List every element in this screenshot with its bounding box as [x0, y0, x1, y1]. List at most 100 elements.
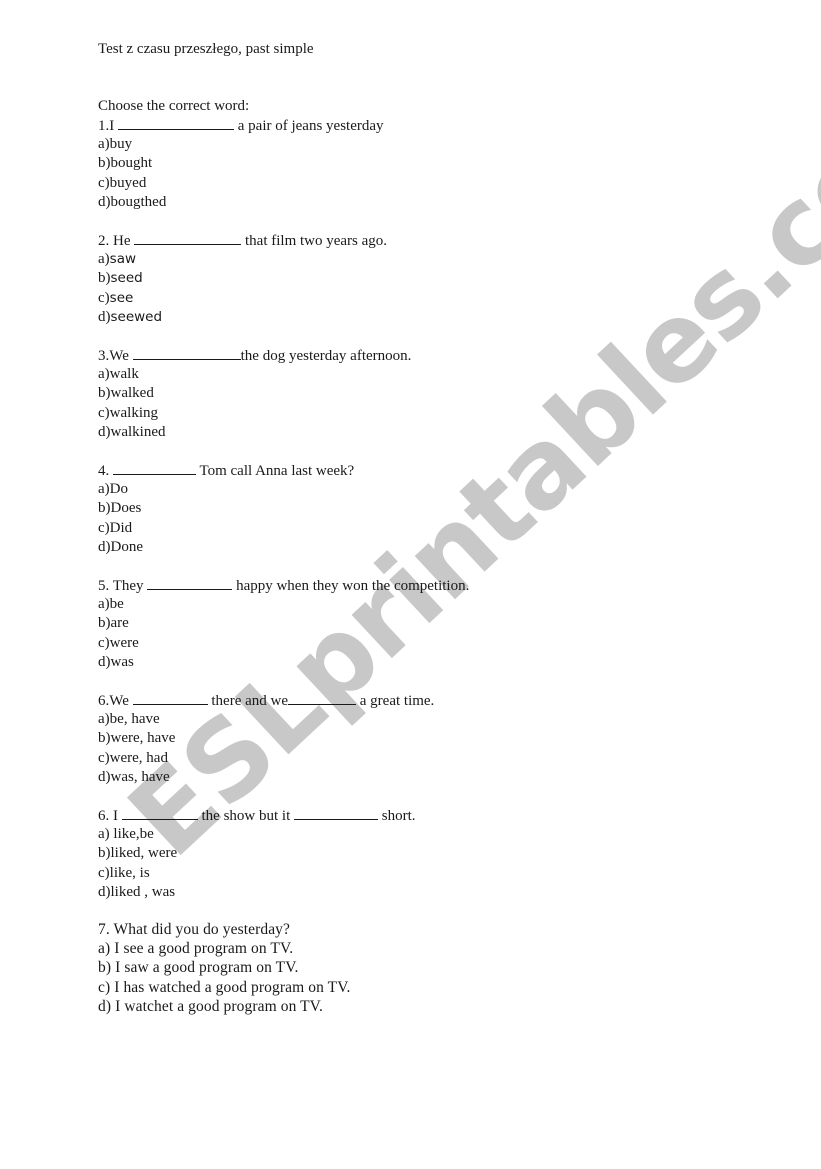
answer-blank[interactable] — [132, 692, 208, 705]
option-letter: b) — [98, 385, 111, 401]
option-letter: c) — [98, 520, 110, 536]
option-letter: c) — [98, 750, 110, 766]
option-letter: a) — [98, 711, 110, 727]
option-c[interactable]: c)were — [98, 635, 139, 651]
option-c[interactable]: c)see — [98, 290, 133, 306]
question-number: 4. — [98, 463, 110, 479]
option-text: Did — [109, 520, 133, 536]
option-text: like, is — [109, 865, 150, 881]
answer-blank[interactable] — [132, 347, 241, 360]
answer-blank[interactable] — [147, 577, 233, 590]
option-d[interactable]: d)Done — [98, 539, 143, 555]
option-text: walkined — [110, 424, 166, 440]
option-d[interactable]: d)bougthed — [98, 194, 166, 210]
option-b[interactable]: b) I saw a good program on TV. — [98, 960, 298, 976]
option-letter: b) — [98, 730, 111, 746]
option-c[interactable]: c)buyed — [98, 175, 146, 191]
answer-blank[interactable] — [121, 807, 198, 820]
question-number: 5. They — [98, 578, 144, 594]
question-stem: 6. I the show but it short. — [98, 807, 416, 824]
option-letter: c) — [98, 290, 110, 306]
option-c[interactable]: c)like, is — [98, 865, 150, 881]
question-number: 3.We — [98, 348, 129, 364]
option-c[interactable]: c)were, had — [98, 750, 168, 766]
stem-text: short. — [381, 808, 416, 824]
option-letter: c) — [98, 175, 110, 191]
option-a[interactable]: a)walk — [98, 366, 139, 382]
option-b[interactable]: b)seed — [98, 270, 143, 286]
option-letter: d) — [98, 309, 111, 325]
option-text: I see a good program on TV. — [110, 940, 294, 957]
option-letter: d) — [98, 539, 111, 555]
option-b[interactable]: b)Does — [98, 500, 141, 516]
stem-text: the dog yesterday afternoon. — [240, 348, 412, 364]
stem-text: Tom call Anna last week? — [199, 463, 355, 479]
answer-blank[interactable] — [134, 232, 242, 245]
option-a[interactable]: a)be, have — [98, 711, 160, 727]
question-stem: 5. They happy when they won the competit… — [98, 577, 469, 594]
option-b[interactable]: b)are — [98, 615, 129, 631]
option-text: are — [110, 615, 129, 631]
stem-text: happy when they won the competition. — [236, 578, 470, 594]
option-letter: a) — [98, 596, 110, 612]
option-d[interactable]: d)was — [98, 654, 134, 670]
option-letter: d) — [98, 769, 111, 785]
option-text: Do — [109, 481, 128, 497]
option-b[interactable]: b)were, have — [98, 730, 175, 746]
option-text: Done — [110, 539, 144, 555]
answer-blank[interactable] — [113, 462, 196, 475]
option-text: walking — [109, 405, 158, 421]
option-d[interactable]: d)liked , was — [98, 884, 175, 900]
answer-blank[interactable] — [294, 807, 378, 820]
answer-blank[interactable] — [288, 692, 357, 705]
question-number: 1.I — [98, 118, 115, 134]
option-d[interactable]: d)was, have — [98, 769, 170, 785]
question-stem: 6.We there and we a great time. — [98, 692, 434, 709]
answer-blank[interactable] — [118, 117, 234, 130]
option-a[interactable]: a) I see a good program on TV. — [98, 941, 293, 957]
option-d[interactable]: d)seewed — [98, 309, 162, 325]
option-text: walked — [110, 385, 154, 401]
stem-text: that film two years ago. — [245, 233, 388, 249]
option-d[interactable]: d) I watchet a good program on TV. — [98, 999, 323, 1015]
stem-text: a great time. — [359, 693, 435, 709]
option-c[interactable]: c)Did — [98, 520, 132, 536]
worksheet-title: Test z czasu przeszłego, past simple — [98, 41, 314, 57]
option-c[interactable]: c) I has watched a good program on TV. — [98, 980, 350, 996]
instruction: Choose the correct word: — [98, 98, 250, 114]
option-d[interactable]: d)walkined — [98, 424, 165, 440]
option-text: see — [109, 290, 134, 306]
question-stem: 2. He that film two years ago. — [98, 232, 387, 249]
option-text: be — [109, 596, 124, 612]
option-letter: d) — [98, 194, 111, 210]
option-letter: a) — [98, 826, 110, 842]
option-b[interactable]: b)walked — [98, 385, 154, 401]
option-letter: d) — [98, 884, 111, 900]
option-text: be, have — [109, 711, 160, 727]
question-stem: 1.I a pair of jeans yesterday — [98, 117, 384, 134]
option-letter: c) — [98, 635, 110, 651]
option-letter: a) — [98, 940, 111, 957]
option-a[interactable]: a)Do — [98, 481, 128, 497]
question-number: 2. He — [98, 233, 131, 249]
option-text: I saw a good program on TV. — [111, 959, 299, 976]
question-stem: 7. What did you do yesterday? — [98, 922, 290, 938]
option-text: I watchet a good program on TV. — [111, 998, 323, 1015]
option-b[interactable]: b)liked, were — [98, 845, 177, 861]
option-text: were — [109, 635, 139, 651]
option-text: like,be — [109, 826, 154, 842]
option-a[interactable]: a)buy — [98, 136, 132, 152]
option-text: seewed — [110, 309, 163, 325]
question-number: 6.We — [98, 693, 129, 709]
option-a[interactable]: a) like,be — [98, 826, 154, 842]
option-b[interactable]: b)bought — [98, 155, 152, 171]
option-a[interactable]: a)be — [98, 596, 124, 612]
option-a[interactable]: a)saw — [98, 251, 136, 267]
option-c[interactable]: c)walking — [98, 405, 158, 421]
option-text: was, have — [110, 769, 170, 785]
worksheet-page: ESLprintables.com Test z czasu przeszłeg… — [0, 0, 821, 1169]
option-letter: c) — [98, 979, 111, 996]
option-text: were, have — [110, 730, 176, 746]
option-text: liked , was — [110, 884, 176, 900]
option-text: bougthed — [110, 194, 167, 210]
